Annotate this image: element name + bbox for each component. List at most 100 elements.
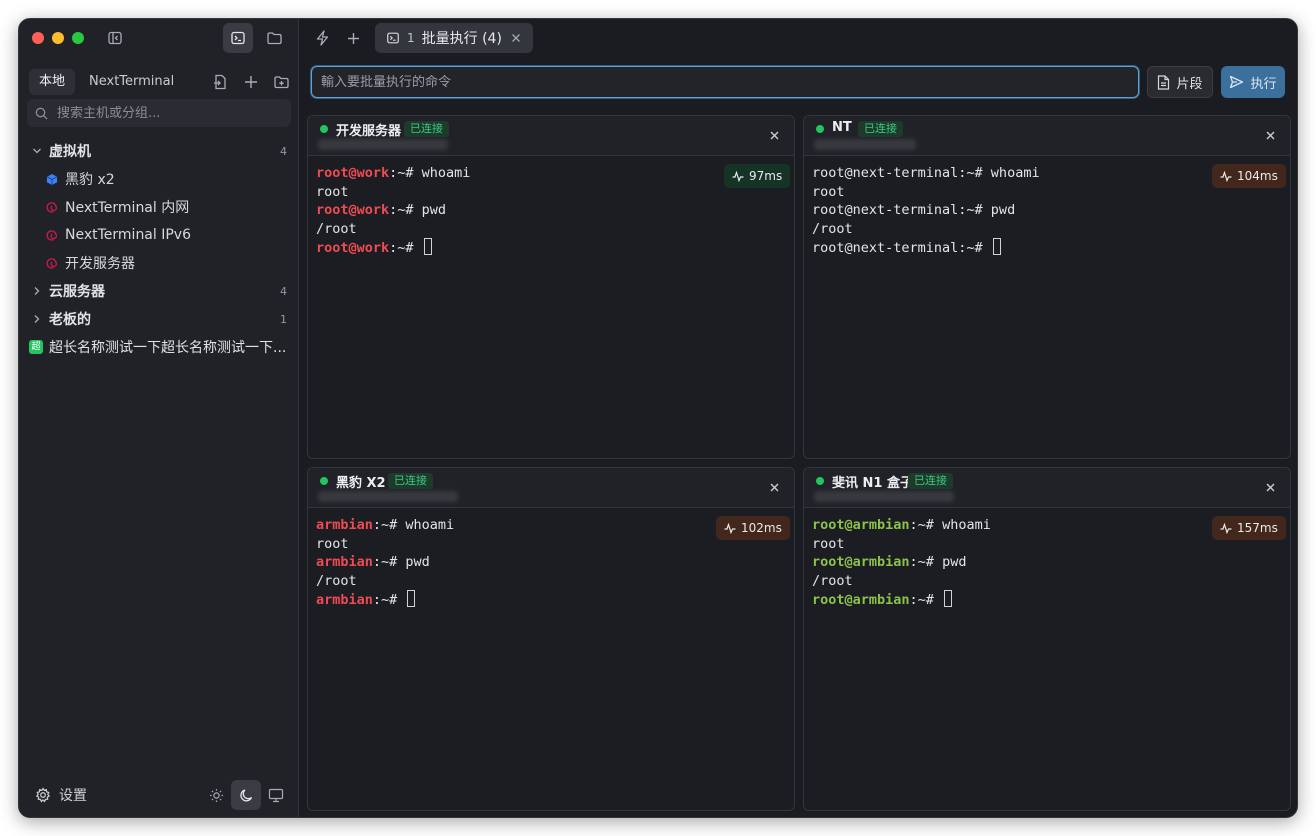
terminal-prompt: armbian bbox=[316, 517, 373, 533]
session-header: 开发服务器 已连接 bbox=[308, 116, 794, 156]
sidebar: 本地 NextTerminal 虚拟机 4 bbox=[19, 19, 299, 817]
terminal-text: root@next-terminal:~# bbox=[812, 240, 991, 256]
host-item[interactable]: 开发服务器 bbox=[19, 249, 299, 277]
terminal-text: whoami bbox=[421, 165, 471, 181]
terminal-line: root bbox=[316, 535, 454, 554]
host-item[interactable]: NextTerminal 内网 bbox=[19, 193, 299, 221]
session-panel[interactable]: NT 已连接 104ms root@next-terminal:~# whoam… bbox=[803, 115, 1291, 459]
terminal-line: root@work:~# whoami bbox=[316, 164, 470, 183]
terminal-text: root@next-terminal:~# pwd bbox=[812, 202, 1016, 218]
redacted-address bbox=[814, 491, 954, 502]
terminal-output[interactable]: root@work:~# whoami root root@work:~# pwd /… bbox=[316, 164, 470, 257]
import-icon bbox=[214, 74, 226, 90]
terminal-output[interactable]: root@armbian:~# whoami root root@armbian:~… bbox=[812, 516, 991, 609]
terminal-output[interactable]: root@next-terminal:~# whoami root root@nex… bbox=[812, 164, 1040, 257]
host-label: 开发服务器 bbox=[65, 256, 135, 272]
add-group-button[interactable] bbox=[266, 67, 296, 97]
system-theme-button[interactable] bbox=[261, 780, 291, 810]
terminal-line: root@next-terminal:~# whoami bbox=[812, 164, 1040, 183]
terminal-text: root bbox=[812, 535, 845, 552]
terminal-text: /root bbox=[316, 220, 357, 237]
close-icon[interactable] bbox=[768, 129, 780, 141]
source-tab-local[interactable]: 本地 bbox=[29, 69, 76, 95]
terminal-line: armbian:~# whoami bbox=[316, 516, 454, 535]
batch-command-input[interactable] bbox=[321, 74, 1121, 90]
group-row-boss[interactable]: 老板的 1 bbox=[19, 305, 299, 333]
plus-icon bbox=[347, 32, 359, 44]
chevron-right-icon bbox=[32, 286, 42, 296]
close-icon[interactable] bbox=[1264, 481, 1276, 493]
source-tab-nextterminal[interactable]: NextTerminal bbox=[79, 69, 184, 95]
terminal-line: root@work:~# bbox=[316, 238, 470, 257]
group-row-cloud[interactable]: 云服务器 4 bbox=[19, 277, 299, 305]
moon-icon bbox=[239, 788, 252, 801]
terminal-prompt: root@work bbox=[316, 202, 390, 218]
terminal-line: root bbox=[812, 183, 1040, 202]
send-icon bbox=[1230, 75, 1244, 89]
settings-button[interactable]: 设置 bbox=[35, 785, 87, 805]
snippet-label: 片段 bbox=[1176, 76, 1203, 92]
session-header: 斐讯 N1 盒子 已连接 bbox=[804, 468, 1290, 508]
terminal-cursor bbox=[407, 590, 416, 607]
tab-batch-execute[interactable]: 1 批量执行 (4) bbox=[375, 23, 533, 53]
group-row-vm[interactable]: 虚拟机 4 bbox=[19, 137, 299, 165]
terminal-prompt-suffix: :~# bbox=[389, 202, 422, 218]
terminal-text: pwd bbox=[421, 202, 447, 218]
session-header: 黑豹 X2 已连接 bbox=[308, 468, 794, 508]
search-input[interactable] bbox=[57, 105, 277, 121]
latency-badge: 104ms bbox=[1212, 164, 1286, 188]
file-view-button[interactable] bbox=[259, 23, 289, 53]
status-badge: 已连接 bbox=[388, 473, 433, 489]
host-label: NextTerminal IPv6 bbox=[65, 227, 191, 243]
host-item[interactable]: NextTerminal IPv6 bbox=[19, 221, 299, 249]
light-theme-button[interactable] bbox=[201, 780, 231, 810]
batch-command-field[interactable] bbox=[311, 66, 1139, 98]
close-window-button[interactable] bbox=[32, 32, 44, 44]
quick-connect-button[interactable] bbox=[307, 23, 337, 53]
close-icon[interactable] bbox=[768, 481, 780, 493]
terminal-prompt-suffix: :~# bbox=[909, 554, 943, 570]
session-name: 斐讯 N1 盒子 bbox=[832, 476, 913, 491]
group-count: 4 bbox=[280, 144, 287, 158]
document-icon bbox=[1158, 74, 1170, 90]
terminal-text: /root bbox=[316, 572, 357, 589]
toggle-sidebar-button[interactable] bbox=[100, 23, 130, 53]
execute-button[interactable]: 执行 bbox=[1221, 66, 1285, 98]
host-item-long-name[interactable]: 超 超长名称测试一下超长名称测试一下... bbox=[19, 333, 299, 361]
tab-number: 1 bbox=[407, 31, 415, 45]
lightning-icon bbox=[316, 30, 328, 46]
terminal-cursor bbox=[944, 590, 953, 607]
close-icon[interactable] bbox=[509, 31, 523, 45]
session-panel[interactable]: 黑豹 X2 已连接 102ms armbian:~# whoami root arm… bbox=[307, 467, 795, 811]
group-label: 云服务器 bbox=[49, 284, 105, 300]
terminal-cursor bbox=[992, 238, 1001, 255]
minimize-window-button[interactable] bbox=[52, 32, 64, 44]
monitor-icon bbox=[268, 788, 284, 802]
latency-value: 104ms bbox=[1237, 169, 1278, 183]
zoom-window-button[interactable] bbox=[72, 32, 84, 44]
session-panel[interactable]: 斐讯 N1 盒子 已连接 157ms root@armbian:~# whoam… bbox=[803, 467, 1291, 811]
group-count: 4 bbox=[280, 284, 287, 298]
terminal-line: root bbox=[812, 535, 991, 554]
host-label: NextTerminal 内网 bbox=[65, 200, 190, 216]
sidebar-toggle-icon bbox=[108, 31, 122, 45]
host-item[interactable]: 黑豹 x2 bbox=[19, 165, 299, 193]
status-badge: 已连接 bbox=[404, 121, 449, 137]
snippet-button[interactable]: 片段 bbox=[1147, 66, 1213, 98]
new-tab-button[interactable] bbox=[338, 23, 368, 53]
session-name: 黑豹 X2 bbox=[336, 476, 386, 491]
terminal-prompt: root@armbian bbox=[812, 517, 910, 533]
session-panel[interactable]: 开发服务器 已连接 97ms root@work:~# whoami root ro… bbox=[307, 115, 795, 459]
pulse-icon bbox=[1220, 170, 1232, 182]
terminal-output[interactable]: armbian:~# whoami root armbian:~# pwd/root… bbox=[316, 516, 454, 609]
terminal-view-button[interactable] bbox=[223, 23, 253, 53]
host-tree: 虚拟机 4 黑豹 x2 NextTerminal 内网 NextTerminal… bbox=[19, 137, 299, 361]
add-host-button[interactable] bbox=[236, 67, 266, 97]
host-search[interactable] bbox=[27, 99, 291, 127]
close-icon[interactable] bbox=[1264, 129, 1276, 141]
plus-icon bbox=[245, 76, 257, 88]
import-button[interactable] bbox=[205, 67, 235, 97]
sidebar-footer: 设置 bbox=[19, 773, 299, 817]
dark-theme-button[interactable] bbox=[231, 780, 261, 810]
latency-badge: 97ms bbox=[724, 164, 791, 188]
